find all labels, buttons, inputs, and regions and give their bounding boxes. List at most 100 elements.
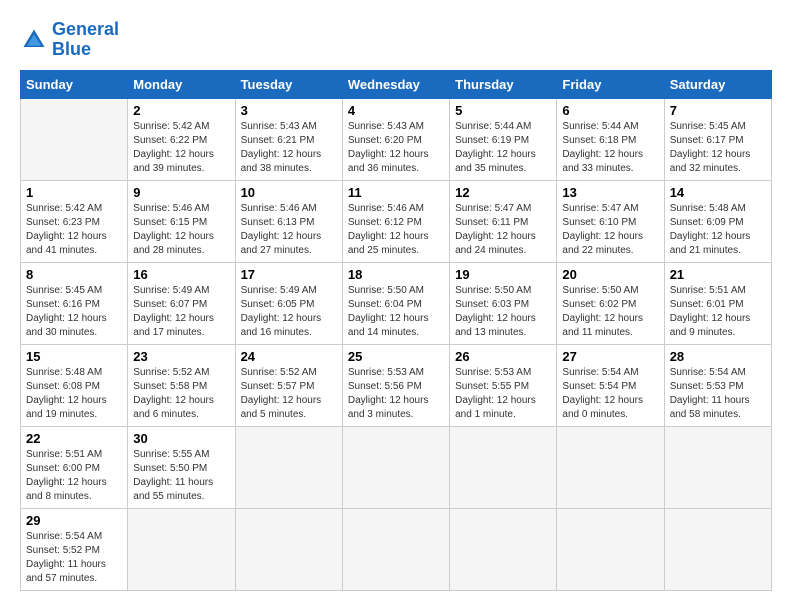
calendar-day-cell: 8 Sunrise: 5:45 AMSunset: 6:16 PMDaylight… bbox=[21, 262, 128, 344]
day-number: 4 bbox=[348, 103, 444, 118]
day-number: 28 bbox=[670, 349, 766, 364]
calendar-day-cell bbox=[557, 426, 664, 508]
logo-text: General Blue bbox=[52, 20, 119, 60]
day-detail: Sunrise: 5:44 AMSunset: 6:19 PMDaylight:… bbox=[455, 120, 551, 176]
calendar-day-cell: 30 Sunrise: 5:55 AMSunset: 5:50 PMDayligh… bbox=[128, 426, 235, 508]
calendar-day-cell bbox=[557, 508, 664, 590]
day-detail: Sunrise: 5:43 AMSunset: 6:20 PMDaylight:… bbox=[348, 120, 444, 176]
calendar-day-cell bbox=[664, 426, 771, 508]
day-number: 21 bbox=[670, 267, 766, 282]
calendar-day-cell bbox=[664, 508, 771, 590]
day-number: 1 bbox=[26, 185, 122, 200]
day-detail: Sunrise: 5:50 AMSunset: 6:03 PMDaylight:… bbox=[455, 284, 551, 340]
day-number: 3 bbox=[241, 103, 337, 118]
day-detail: Sunrise: 5:48 AMSunset: 6:08 PMDaylight:… bbox=[26, 366, 122, 422]
day-number: 27 bbox=[562, 349, 658, 364]
page-header: General Blue bbox=[20, 20, 772, 60]
day-number: 22 bbox=[26, 431, 122, 446]
calendar-day-cell: 4 Sunrise: 5:43 AMSunset: 6:20 PMDaylight… bbox=[342, 98, 449, 180]
logo-icon bbox=[20, 26, 48, 54]
day-number: 7 bbox=[670, 103, 766, 118]
day-number: 5 bbox=[455, 103, 551, 118]
day-number: 13 bbox=[562, 185, 658, 200]
calendar-header-row: SundayMondayTuesdayWednesdayThursdayFrid… bbox=[21, 70, 772, 98]
calendar-day-cell: 19Sunrise: 5:50 AMSunset: 6:03 PMDayligh… bbox=[450, 262, 557, 344]
day-detail: Sunrise: 5:46 AMSunset: 6:13 PMDaylight:… bbox=[241, 202, 337, 258]
calendar-week-row: 22 Sunrise: 5:51 AMSunset: 6:00 PMDayligh… bbox=[21, 426, 772, 508]
weekday-header-monday: Monday bbox=[128, 70, 235, 98]
calendar-day-cell: 3 Sunrise: 5:43 AMSunset: 6:21 PMDaylight… bbox=[235, 98, 342, 180]
logo: General Blue bbox=[20, 20, 119, 60]
calendar-day-cell: 17Sunrise: 5:49 AMSunset: 6:05 PMDayligh… bbox=[235, 262, 342, 344]
day-detail: Sunrise: 5:47 AMSunset: 6:11 PMDaylight:… bbox=[455, 202, 551, 258]
day-number: 6 bbox=[562, 103, 658, 118]
calendar-day-cell bbox=[128, 508, 235, 590]
calendar-day-cell: 25 Sunrise: 5:53 AMSunset: 5:56 PMDayligh… bbox=[342, 344, 449, 426]
day-detail: Sunrise: 5:52 AMSunset: 5:57 PMDaylight:… bbox=[241, 366, 337, 422]
day-detail: Sunrise: 5:45 AMSunset: 6:17 PMDaylight:… bbox=[670, 120, 766, 176]
day-detail: Sunrise: 5:44 AMSunset: 6:18 PMDaylight:… bbox=[562, 120, 658, 176]
day-number: 10 bbox=[241, 185, 337, 200]
calendar-week-row: 15 Sunrise: 5:48 AMSunset: 6:08 PMDayligh… bbox=[21, 344, 772, 426]
day-number: 20 bbox=[562, 267, 658, 282]
calendar-day-cell: 7 Sunrise: 5:45 AMSunset: 6:17 PMDaylight… bbox=[664, 98, 771, 180]
calendar-day-cell bbox=[342, 426, 449, 508]
calendar-day-cell: 5 Sunrise: 5:44 AMSunset: 6:19 PMDaylight… bbox=[450, 98, 557, 180]
day-detail: Sunrise: 5:54 AMSunset: 5:54 PMDaylight:… bbox=[562, 366, 658, 422]
calendar-day-cell: 26 Sunrise: 5:53 AMSunset: 5:55 PMDayligh… bbox=[450, 344, 557, 426]
calendar-week-row: 29Sunrise: 5:54 AMSunset: 5:52 PMDayligh… bbox=[21, 508, 772, 590]
calendar-day-cell: 18Sunrise: 5:50 AMSunset: 6:04 PMDayligh… bbox=[342, 262, 449, 344]
day-detail: Sunrise: 5:43 AMSunset: 6:21 PMDaylight:… bbox=[241, 120, 337, 176]
day-detail: Sunrise: 5:49 AMSunset: 6:07 PMDaylight:… bbox=[133, 284, 229, 340]
calendar-body: 2Sunrise: 5:42 AMSunset: 6:22 PMDaylight… bbox=[21, 98, 772, 590]
day-detail: Sunrise: 5:50 AMSunset: 6:04 PMDaylight:… bbox=[348, 284, 444, 340]
calendar-day-cell bbox=[450, 426, 557, 508]
day-detail: Sunrise: 5:46 AMSunset: 6:15 PMDaylight:… bbox=[133, 202, 229, 258]
day-number: 26 bbox=[455, 349, 551, 364]
day-detail: Sunrise: 5:53 AMSunset: 5:55 PMDaylight:… bbox=[455, 366, 551, 422]
calendar-week-row: 2Sunrise: 5:42 AMSunset: 6:22 PMDaylight… bbox=[21, 98, 772, 180]
calendar-day-cell bbox=[235, 426, 342, 508]
calendar-day-cell: 28 Sunrise: 5:54 AMSunset: 5:53 PMDayligh… bbox=[664, 344, 771, 426]
calendar-table: SundayMondayTuesdayWednesdayThursdayFrid… bbox=[20, 70, 772, 591]
day-detail: Sunrise: 5:51 AMSunset: 6:01 PMDaylight:… bbox=[670, 284, 766, 340]
calendar-day-cell: 15 Sunrise: 5:48 AMSunset: 6:08 PMDayligh… bbox=[21, 344, 128, 426]
calendar-day-cell: 14 Sunrise: 5:48 AMSunset: 6:09 PMDayligh… bbox=[664, 180, 771, 262]
calendar-week-row: 8 Sunrise: 5:45 AMSunset: 6:16 PMDaylight… bbox=[21, 262, 772, 344]
calendar-day-cell: 16Sunrise: 5:49 AMSunset: 6:07 PMDayligh… bbox=[128, 262, 235, 344]
weekday-header-friday: Friday bbox=[557, 70, 664, 98]
calendar-day-cell: 9Sunrise: 5:46 AMSunset: 6:15 PMDaylight… bbox=[128, 180, 235, 262]
calendar-day-cell: 2Sunrise: 5:42 AMSunset: 6:22 PMDaylight… bbox=[128, 98, 235, 180]
calendar-day-cell: 23Sunrise: 5:52 AMSunset: 5:58 PMDayligh… bbox=[128, 344, 235, 426]
calendar-day-cell: 27 Sunrise: 5:54 AMSunset: 5:54 PMDayligh… bbox=[557, 344, 664, 426]
day-detail: Sunrise: 5:45 AMSunset: 6:16 PMDaylight:… bbox=[26, 284, 122, 340]
weekday-header-thursday: Thursday bbox=[450, 70, 557, 98]
calendar-day-cell: 22 Sunrise: 5:51 AMSunset: 6:00 PMDayligh… bbox=[21, 426, 128, 508]
day-detail: Sunrise: 5:54 AMSunset: 5:52 PMDaylight:… bbox=[26, 530, 122, 586]
day-detail: Sunrise: 5:54 AMSunset: 5:53 PMDaylight:… bbox=[670, 366, 766, 422]
calendar-day-cell bbox=[342, 508, 449, 590]
day-detail: Sunrise: 5:55 AMSunset: 5:50 PMDaylight:… bbox=[133, 448, 229, 504]
day-number: 15 bbox=[26, 349, 122, 364]
weekday-header-tuesday: Tuesday bbox=[235, 70, 342, 98]
calendar-day-cell bbox=[21, 98, 128, 180]
day-number: 25 bbox=[348, 349, 444, 364]
day-detail: Sunrise: 5:52 AMSunset: 5:58 PMDaylight:… bbox=[133, 366, 229, 422]
day-number: 12 bbox=[455, 185, 551, 200]
day-detail: Sunrise: 5:47 AMSunset: 6:10 PMDaylight:… bbox=[562, 202, 658, 258]
day-number: 2 bbox=[133, 103, 229, 118]
day-detail: Sunrise: 5:53 AMSunset: 5:56 PMDaylight:… bbox=[348, 366, 444, 422]
calendar-day-cell: 20 Sunrise: 5:50 AMSunset: 6:02 PMDayligh… bbox=[557, 262, 664, 344]
day-detail: Sunrise: 5:51 AMSunset: 6:00 PMDaylight:… bbox=[26, 448, 122, 504]
weekday-header-wednesday: Wednesday bbox=[342, 70, 449, 98]
day-detail: Sunrise: 5:49 AMSunset: 6:05 PMDaylight:… bbox=[241, 284, 337, 340]
weekday-header-sunday: Sunday bbox=[21, 70, 128, 98]
day-detail: Sunrise: 5:50 AMSunset: 6:02 PMDaylight:… bbox=[562, 284, 658, 340]
day-number: 14 bbox=[670, 185, 766, 200]
day-number: 30 bbox=[133, 431, 229, 446]
calendar-day-cell bbox=[235, 508, 342, 590]
calendar-day-cell: 1Sunrise: 5:42 AMSunset: 6:23 PMDaylight… bbox=[21, 180, 128, 262]
day-detail: Sunrise: 5:48 AMSunset: 6:09 PMDaylight:… bbox=[670, 202, 766, 258]
calendar-day-cell: 24Sunrise: 5:52 AMSunset: 5:57 PMDayligh… bbox=[235, 344, 342, 426]
day-number: 8 bbox=[26, 267, 122, 282]
